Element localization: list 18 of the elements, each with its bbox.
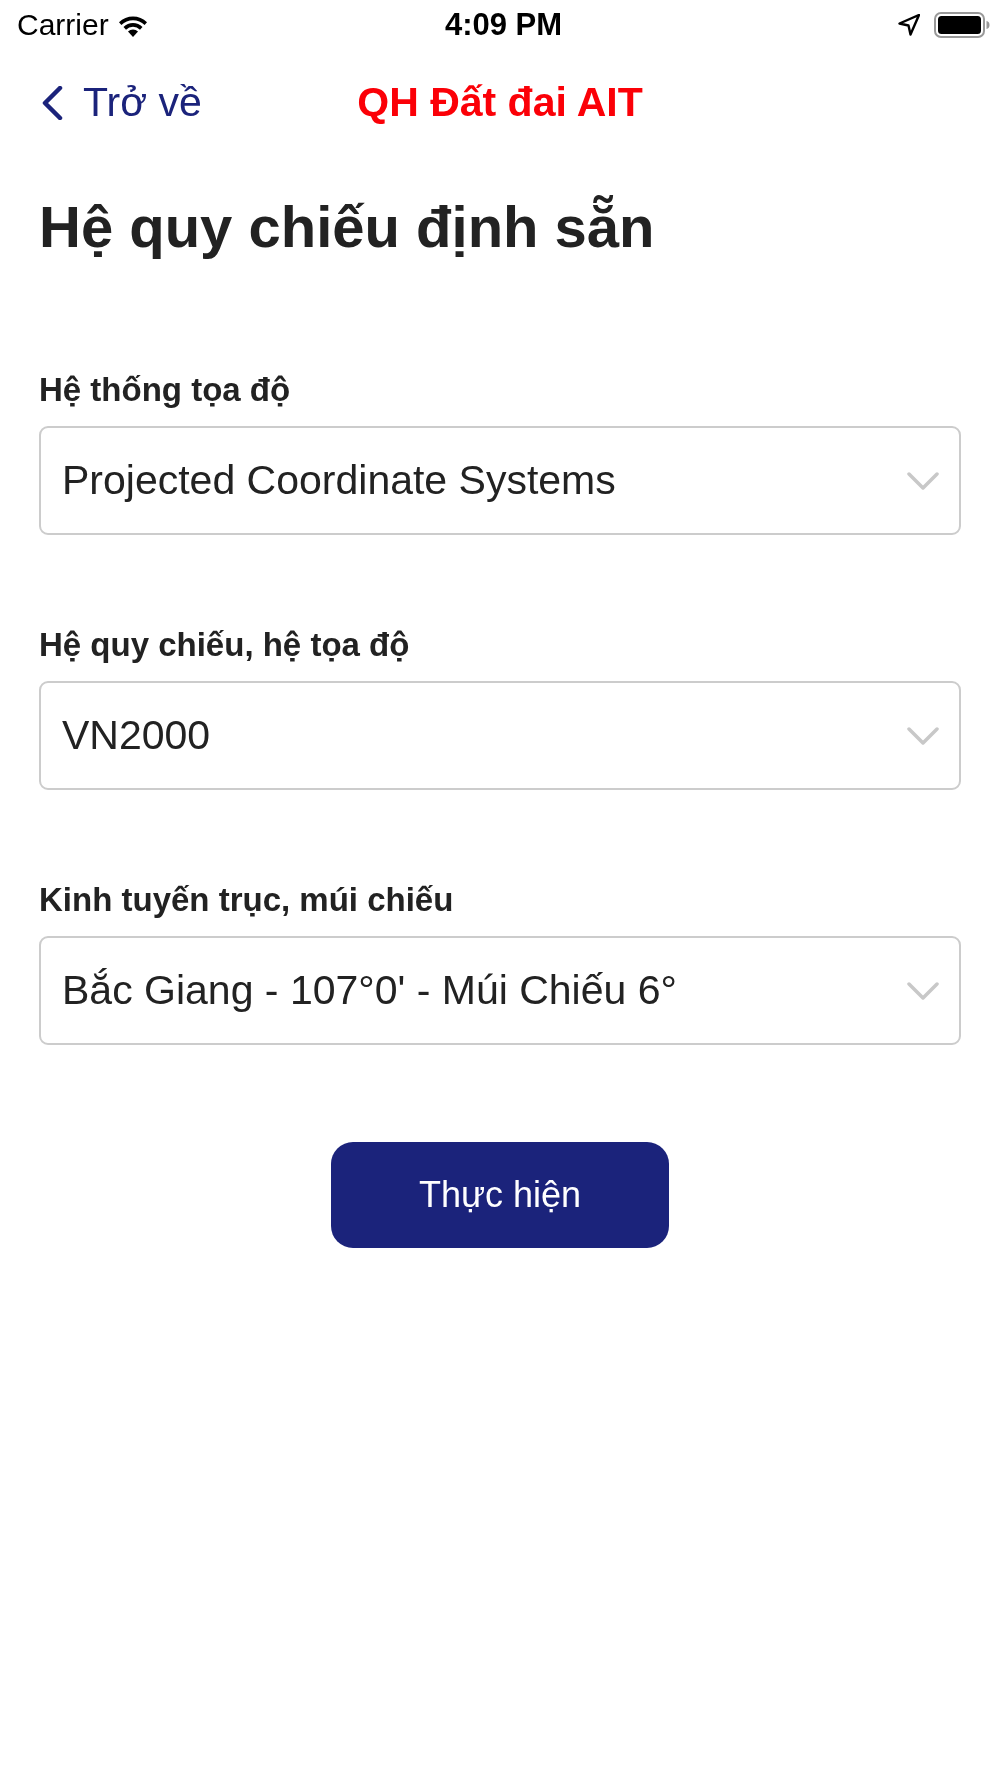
clock-time: 4:09 PM (444, 7, 563, 43)
chevron-left-icon (42, 85, 63, 120)
carrier-label: Carrier (17, 8, 109, 42)
back-button[interactable]: Trở về (42, 79, 202, 126)
chevron-down-icon (907, 726, 939, 745)
battery-icon (934, 12, 990, 38)
page-heading: Hệ quy chiếu định sẵn (39, 193, 656, 261)
submit-button[interactable]: Thực hiện (331, 1142, 669, 1248)
field-label: Kinh tuyến trục, múi chiếu (39, 881, 455, 919)
dropdown-field[interactable]: Projected Coordinate Systems (39, 426, 961, 535)
field-label: Hệ thống tọa độ (39, 371, 292, 409)
field-label: Hệ quy chiếu, hệ tọa độ (39, 626, 411, 664)
dropdown-field[interactable]: VN2000 (39, 681, 961, 790)
chevron-down-icon (907, 981, 939, 1000)
dropdown-field[interactable]: Bắc Giang - 107°0' - Múi Chiếu 6° (39, 936, 961, 1045)
app-title: QH Đất đai AIT (357, 79, 643, 126)
chevron-down-icon (907, 471, 939, 490)
location-arrow-icon (898, 14, 920, 36)
